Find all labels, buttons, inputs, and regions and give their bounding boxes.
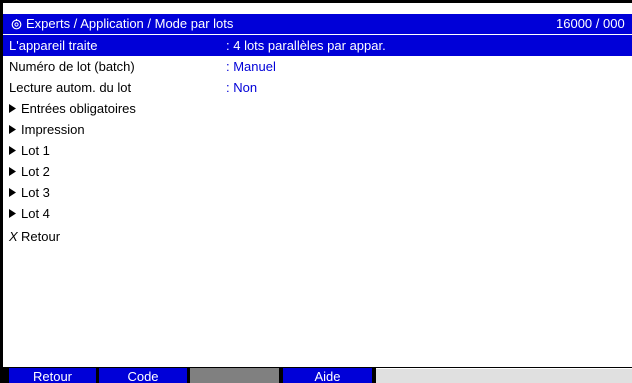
arrow-right-icon xyxy=(9,119,19,140)
softkey-help-button[interactable]: Aide xyxy=(283,368,372,383)
menu-item-label: Impression xyxy=(21,122,85,137)
gear-icon xyxy=(10,14,22,34)
menu-item-label: Lot 4 xyxy=(21,206,50,221)
setting-value: : Manuel xyxy=(226,59,276,74)
setting-row-processing[interactable]: L'appareil traite : 4 lots parallèles pa… xyxy=(3,35,632,56)
menu-item-printing[interactable]: Impression xyxy=(3,119,632,140)
arrow-right-icon xyxy=(9,182,19,203)
menu-item-required-inputs[interactable]: Entrées obligatoires xyxy=(3,98,632,119)
softkey-back-button[interactable]: Retour xyxy=(9,368,96,383)
menu-item-label: Entrées obligatoires xyxy=(21,101,136,116)
title-bar: Experts / Application / Mode par lots 16… xyxy=(3,14,632,34)
menu-item-lot-1[interactable]: Lot 1 xyxy=(3,140,632,161)
arrow-right-icon xyxy=(9,203,19,224)
softkey-code-button[interactable]: Code xyxy=(99,368,187,383)
menu-item-label: Lot 3 xyxy=(21,185,50,200)
arrow-right-icon xyxy=(9,140,19,161)
device-screen: Experts / Application / Mode par lots 16… xyxy=(0,0,632,383)
arrow-right-icon xyxy=(9,98,19,119)
x-icon: X xyxy=(9,229,18,244)
setting-value: : 4 lots parallèles par appar. xyxy=(226,38,386,53)
status-field xyxy=(376,368,632,383)
setting-label: Numéro de lot (batch) xyxy=(9,59,135,74)
breadcrumb: Experts / Application / Mode par lots xyxy=(26,16,234,31)
setting-label: Lecture autom. du lot xyxy=(9,80,132,95)
setting-value: : Non xyxy=(226,80,258,95)
device-counter: 16000 / 000 xyxy=(556,16,625,31)
menu-item-lot-4[interactable]: Lot 4 xyxy=(3,203,632,224)
setting-label: L'appareil traite xyxy=(9,38,98,53)
softkey-empty-button[interactable] xyxy=(190,368,279,383)
setting-row-auto-read[interactable]: Lecture autom. du lot : Non xyxy=(3,77,632,98)
menu-item-label: Retour xyxy=(21,229,61,244)
menu-item-label: Lot 1 xyxy=(21,143,50,158)
menu-item-lot-2[interactable]: Lot 2 xyxy=(3,161,632,182)
arrow-right-icon xyxy=(9,161,19,182)
menu-item-lot-3[interactable]: Lot 3 xyxy=(3,182,632,203)
menu-item-label: Lot 2 xyxy=(21,164,50,179)
frame-border-top xyxy=(0,0,632,3)
menu-item-back[interactable]: X Retour xyxy=(3,226,632,247)
setting-row-batch-number[interactable]: Numéro de lot (batch) : Manuel xyxy=(3,56,632,77)
